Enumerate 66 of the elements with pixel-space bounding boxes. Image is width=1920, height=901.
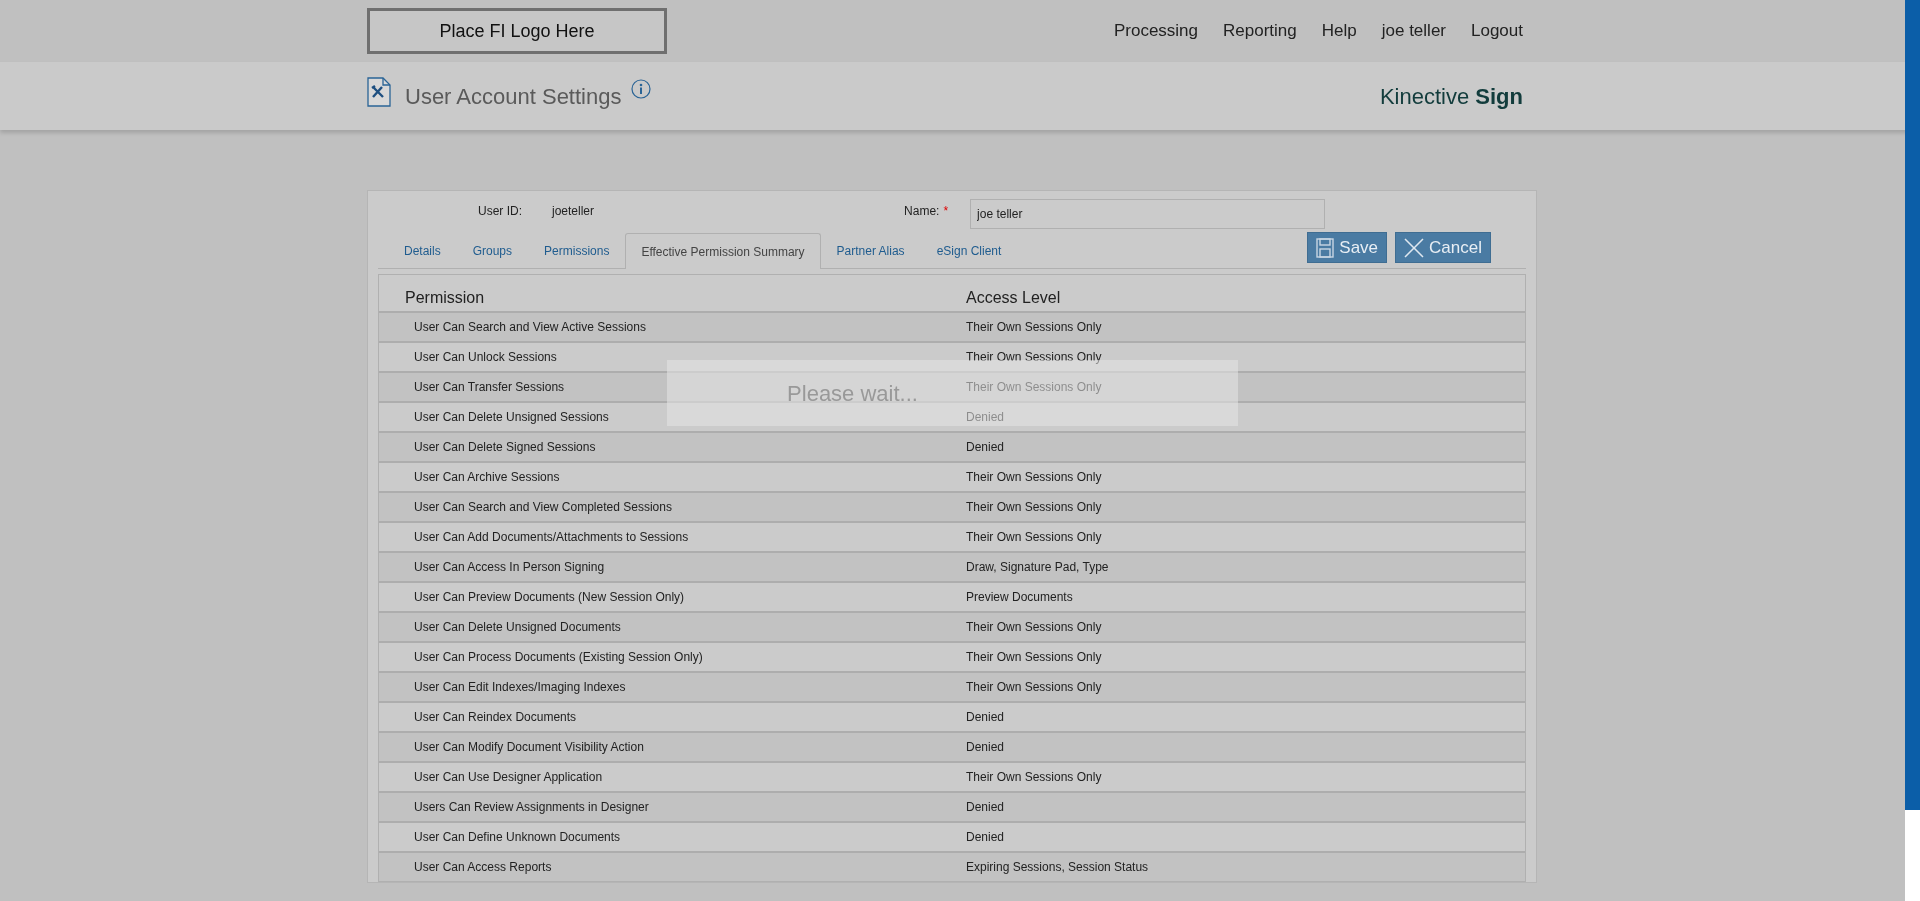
table-cell: User Can Unlock Sessions [414,350,557,364]
tab[interactable]: Effective Permission Summary [625,233,821,269]
nav-link[interactable]: joe teller [1381,18,1446,44]
field-label: Name: [904,203,940,220]
table-cell: User Can Reindex Documents [414,710,577,724]
tab[interactable]: Details [388,233,457,268]
page-title: User Account Settings [405,82,622,111]
table-cell: User Can Access In Person Signing [414,560,605,574]
tab[interactable]: Permissions [528,233,626,268]
table-cell: Their Own Sessions Only [966,470,1102,484]
table-cell: Their Own Sessions Only [966,320,1102,334]
tab[interactable]: eSign Client [920,233,1018,268]
tab[interactable]: Partner Alias [820,233,921,268]
table-cell: Their Own Sessions Only [966,530,1102,544]
table-cell: Users Can Review Assignments in Designer [414,800,649,814]
table-cell: User Can Add Documents/Attachments to Sessions [414,530,689,544]
table-cell: Denied [966,410,1005,424]
brand-logo: Kinective Sign [1379,82,1523,111]
name-field[interactable]: joe teller [970,199,1326,229]
table-cell: User Can Search and View Active Sessions [414,320,646,334]
table-cell: User Can Process Documents (Existing Session Only) [414,650,703,664]
nav-link[interactable]: Help [1321,18,1357,44]
field-label: User ID: [478,203,522,220]
table-cell: Their Own Sessions Only [966,620,1102,634]
table-cell: User Can Access Reports [414,860,552,874]
settings-document-icon [367,77,391,107]
column-header: Permission [404,288,486,308]
table-cell: Their Own Sessions Only [966,500,1102,514]
table-cell: Expiring Sessions, Session Status [966,860,1149,874]
table-cell: Preview Documents [966,590,1073,604]
column-header: Access Level [966,288,1061,308]
table-cell: Their Own Sessions Only [966,350,1102,364]
required-mark: * [943,203,949,220]
logo-placeholder-text: Place FI Logo Here [439,19,595,43]
table-cell: User Can Search and View Completed Sessions [414,500,672,514]
table-cell: Denied [966,740,1005,754]
save-button[interactable]: Save [1307,232,1388,263]
table-cell: Their Own Sessions Only [966,380,1102,394]
table-cell: User Can Delete Unsigned Documents [414,620,621,634]
table-cell: Denied [966,710,1005,724]
table-cell: Their Own Sessions Only [966,650,1102,664]
table-cell: User Can Delete Unsigned Sessions [414,410,609,424]
nav-link[interactable]: Reporting [1223,18,1297,44]
loading-message: Please wait... [787,379,918,408]
table-cell: Denied [966,830,1005,844]
table-cell: User Can Archive Sessions [414,470,560,484]
user-id-value: joeteller [552,203,595,220]
table-cell: Denied [966,800,1005,814]
close-icon [1404,237,1425,258]
table-cell: User Can Transfer Sessions [414,380,565,394]
table-cell: Their Own Sessions Only [966,770,1102,784]
cancel-button[interactable]: Cancel [1395,232,1491,263]
table-cell: User Can Edit Indexes/Imaging Indexes [414,680,626,694]
save-icon [1316,237,1335,258]
table-cell: Their Own Sessions Only [966,680,1102,694]
tab[interactable]: Groups [456,233,529,268]
table-cell: User Can Delete Signed Sessions [414,440,596,454]
nav-link[interactable]: Processing [1113,18,1199,44]
nav-link[interactable]: Logout [1471,18,1523,44]
table-cell: Denied [966,440,1005,454]
info-icon[interactable] [631,79,652,99]
table-cell: User Can Use Designer Application [414,770,603,784]
table-cell: Draw, Signature Pad, Type [966,560,1109,574]
table-cell: User Can Define Unknown Documents [414,830,621,844]
table-cell: User Can Preview Documents (New Session Only) [414,590,685,604]
table-cell: User Can Modify Document Visibility Action [414,740,644,754]
